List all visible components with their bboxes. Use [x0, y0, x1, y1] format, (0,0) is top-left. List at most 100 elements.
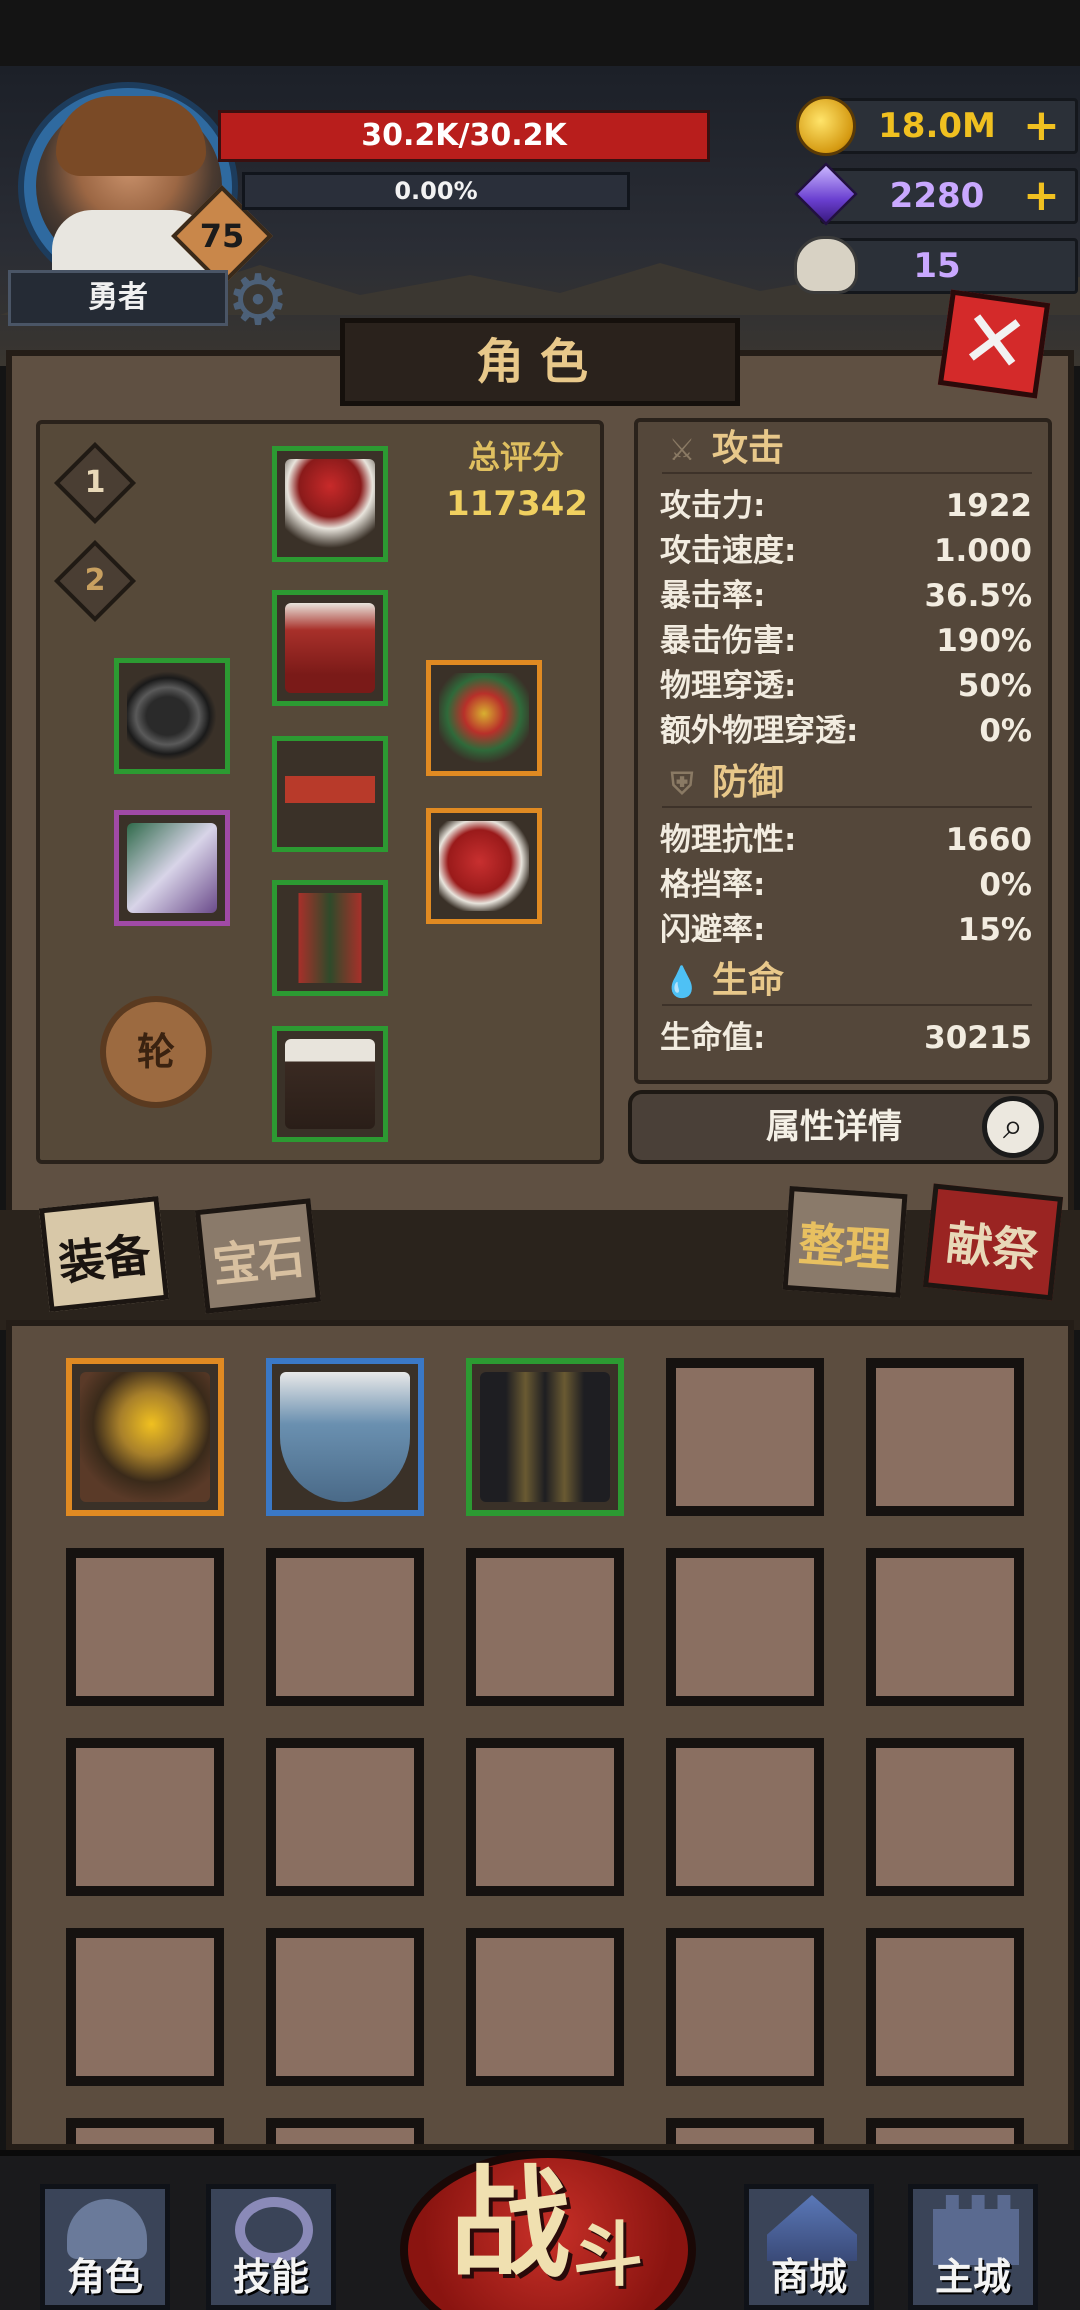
stat-row: 攻击力: 1922 — [660, 484, 1040, 528]
stat-value: 0% — [979, 867, 1032, 903]
stat-row: 物理抗性: 1660 — [660, 818, 1040, 862]
inventory-slot[interactable] — [66, 1358, 224, 1516]
inventory-grid — [6, 1320, 1074, 2150]
stat-label: 暴击伤害: — [660, 623, 797, 659]
inventory-slot[interactable] — [866, 1928, 1024, 2086]
stat-label: 攻击速度: — [660, 533, 797, 569]
belt-slot[interactable] — [272, 736, 388, 852]
inventory-slot[interactable] — [866, 1738, 1024, 1896]
inventory-slot[interactable] — [666, 1358, 824, 1516]
gear-icon[interactable]: ⚙ — [218, 262, 298, 338]
gold-coin-icon — [796, 96, 856, 156]
inventory-slot[interactable] — [866, 1548, 1024, 1706]
armor-slot[interactable] — [272, 590, 388, 706]
boots-slot[interactable] — [272, 1026, 388, 1142]
magnifier-icon[interactable]: ⌕ — [982, 1096, 1044, 1158]
tab-equipment[interactable]: 装备 — [38, 1196, 170, 1312]
inventory-slot[interactable] — [66, 1548, 224, 1706]
boots-icon — [285, 1039, 375, 1129]
inventory-slot[interactable] — [266, 1928, 424, 2086]
inventory-slot[interactable] — [666, 1738, 824, 1896]
inventory-slot[interactable] — [266, 2118, 424, 2144]
life-header-label: 生命 — [712, 960, 785, 1001]
stat-value: 1660 — [945, 822, 1032, 858]
stat-label: 物理穿透: — [660, 668, 797, 704]
xp-bar: 0.00% — [242, 172, 630, 210]
skull-counter: 15 — [820, 238, 1078, 294]
add-gold-button[interactable]: + — [1023, 101, 1060, 151]
level-value: 75 — [199, 217, 245, 255]
inventory-slot[interactable] — [266, 1358, 424, 1516]
close-button[interactable]: ✕ — [937, 289, 1051, 399]
santa-hat-icon — [285, 459, 375, 549]
inventory-slot[interactable] — [866, 1358, 1024, 1516]
nav-skills-button[interactable]: 技能 — [206, 2184, 336, 2310]
sunflower-amulet-icon — [80, 1372, 210, 1502]
stat-row: 闪避率: 15% — [660, 908, 1040, 952]
nav-shop-label: 商城 — [770, 2255, 847, 2299]
defense-header-label: 防御 — [712, 762, 785, 803]
gold-value: 18.0M — [878, 106, 996, 146]
legs-slot[interactable] — [272, 880, 388, 996]
stat-label: 闪避率: — [660, 912, 766, 948]
inventory-slot[interactable] — [266, 1738, 424, 1896]
weapon-slot[interactable] — [114, 658, 230, 774]
xp-text: 0.00% — [394, 177, 478, 205]
tab-gems[interactable]: 宝石 — [194, 1198, 322, 1314]
stats-panel: ⚔ 攻击 攻击力: 1922 攻击速度: 1.000 暴击率: 36.5% 暴击伤害: 1… — [634, 418, 1052, 1084]
stat-value: 30215 — [924, 1020, 1032, 1056]
add-gem-button[interactable]: + — [1023, 171, 1060, 221]
inventory-slot[interactable] — [66, 2118, 224, 2144]
inventory-slot[interactable] — [866, 2118, 1024, 2144]
inventory-slot[interactable] — [466, 1738, 624, 1896]
santa-pants-icon — [285, 893, 375, 983]
inventory-slot[interactable] — [466, 1548, 624, 1706]
helmet-slot[interactable] — [272, 446, 388, 562]
red-mitten-icon — [439, 821, 529, 911]
stat-label: 额外物理穿透: — [660, 713, 859, 749]
skull-value: 15 — [913, 246, 961, 286]
game-screen: 75 勇者 ⚙ 30.2K/30.2K 0.00% 18.0M + 2280 +… — [0, 0, 1080, 2310]
total-score-value: 117342 — [446, 484, 588, 524]
nav-main-city-button[interactable]: 主城 — [908, 2184, 1038, 2310]
inventory-slot[interactable] — [466, 1358, 624, 1516]
nav-shop-button[interactable]: 商城 — [744, 2184, 874, 2310]
inventory-slot[interactable] — [666, 2118, 824, 2144]
stat-value: 0% — [979, 713, 1032, 749]
inventory-slot[interactable] — [666, 1548, 824, 1706]
offhand-slot[interactable] — [114, 810, 230, 926]
inventory-slot[interactable] — [266, 1548, 424, 1706]
stat-row: 额外物理穿透: 0% — [660, 709, 1040, 753]
nav-skills-label: 技能 — [232, 2255, 309, 2299]
stat-label: 格挡率: — [660, 867, 766, 903]
ram-skull-icon — [794, 236, 858, 294]
stat-label: 攻击力: — [660, 488, 766, 524]
necklace-slot[interactable] — [426, 660, 542, 776]
nav-main-city-label: 主城 — [934, 2255, 1011, 2299]
loadout-tab-1-label: 1 — [84, 465, 106, 500]
stat-row: 暴击率: 36.5% — [660, 574, 1040, 618]
nav-character-button[interactable]: 角色 — [40, 2184, 170, 2310]
hp-text: 30.2K/30.2K — [361, 118, 567, 153]
status-bar — [0, 0, 1080, 66]
kite-shield-icon — [280, 1372, 410, 1502]
stat-value: 190% — [936, 623, 1032, 659]
gloves-slot[interactable] — [426, 808, 542, 924]
sort-button[interactable]: 整理 — [782, 1186, 908, 1298]
stat-row: 暴击伤害: 190% — [660, 619, 1040, 663]
inventory-slot[interactable] — [66, 1738, 224, 1896]
rebirth-button[interactable]: 轮 — [100, 996, 212, 1108]
inventory-slot[interactable] — [466, 1928, 624, 2086]
attack-header-label: 攻击 — [712, 428, 785, 469]
defense-section-header: ⛨ 防御 — [662, 758, 1032, 808]
inventory-slot[interactable] — [666, 1928, 824, 2086]
player-name: 勇者 — [8, 270, 228, 326]
hp-bar: 30.2K/30.2K — [218, 110, 710, 162]
stat-label: 暴击率: — [660, 578, 766, 614]
stat-label: 物理抗性: — [660, 822, 797, 858]
sacrifice-button[interactable]: 献祭 — [922, 1183, 1064, 1301]
gem-value: 2280 — [889, 176, 985, 216]
droplet-icon: 💧 — [663, 965, 701, 1000]
shield-icon: ⛨ — [670, 767, 694, 802]
inventory-slot[interactable] — [66, 1928, 224, 2086]
